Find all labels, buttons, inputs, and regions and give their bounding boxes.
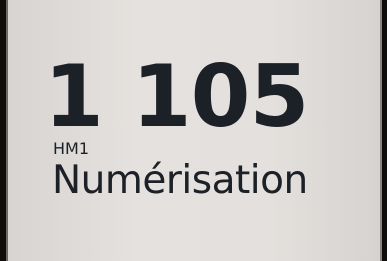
room-code: HM1 (53, 139, 90, 158)
sign-frame-left (6, 0, 8, 261)
room-name: Numérisation (52, 158, 308, 203)
room-number: 1 105 (44, 47, 309, 147)
door-sign-photo: 1 105 HM1 Numérisation (0, 0, 387, 261)
sign-frame-right (380, 0, 382, 261)
